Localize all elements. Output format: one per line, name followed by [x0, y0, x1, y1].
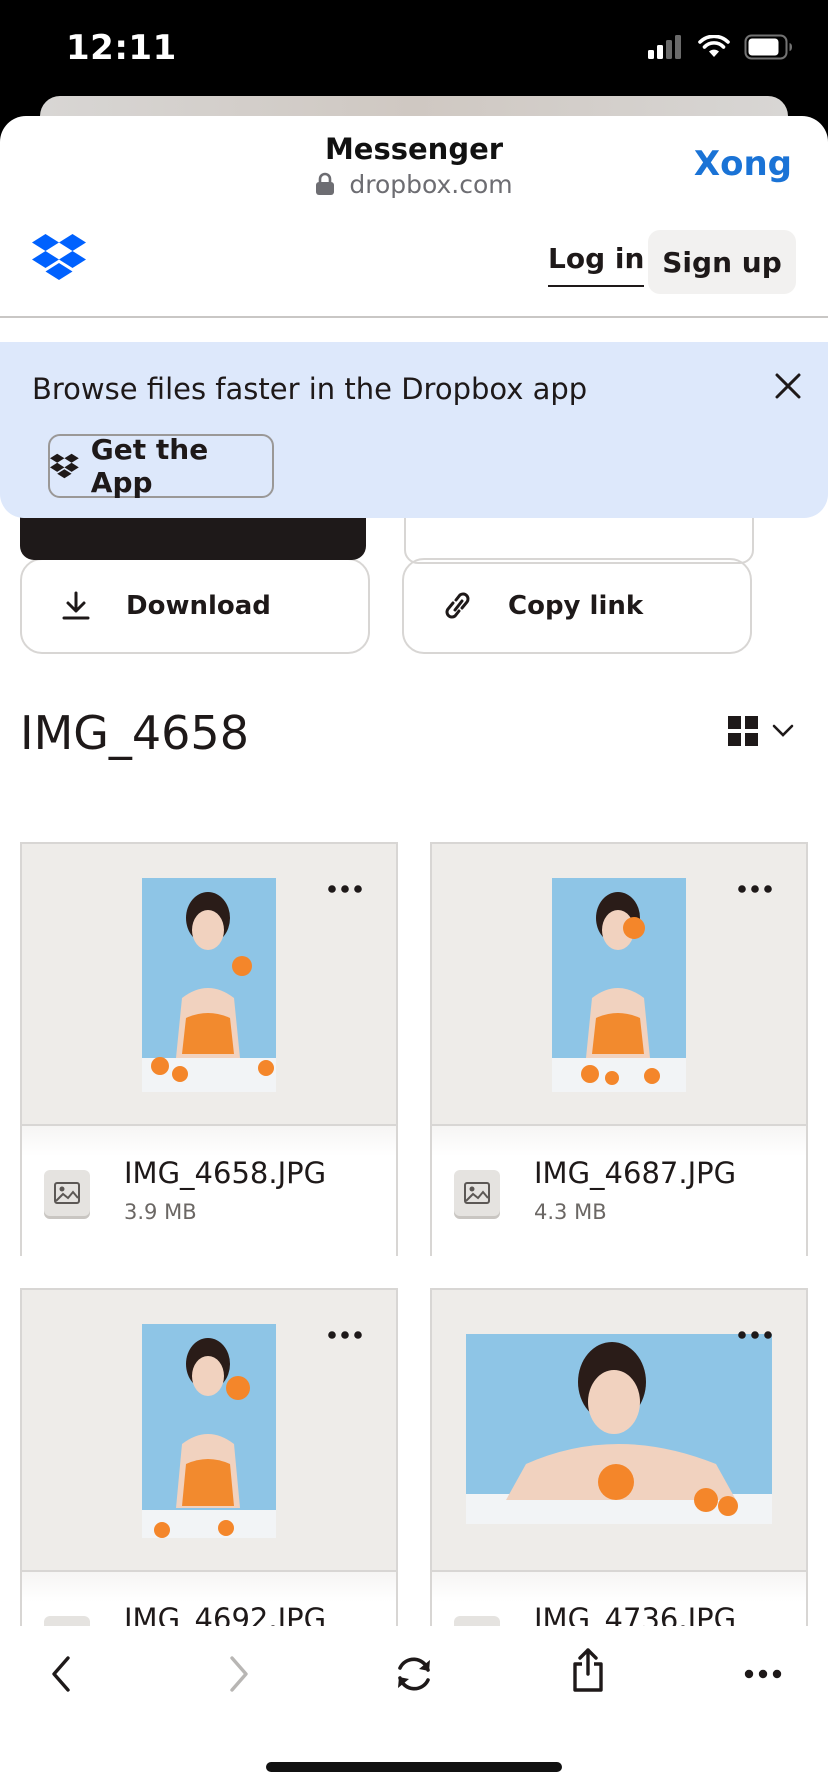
photo-thumbnail	[142, 878, 276, 1092]
more-icon[interactable]	[738, 1326, 772, 1344]
file-thumbnail[interactable]	[432, 844, 806, 1124]
file-card[interactable]: IMG_4658.JPG 3.9 MB	[20, 842, 398, 1256]
more-icon[interactable]	[328, 880, 362, 898]
wifi-icon	[698, 35, 730, 57]
done-button[interactable]: Xong	[694, 144, 792, 184]
in-app-browser-sheet: Messenger dropbox.com Xong Log in Sign u…	[0, 116, 828, 1792]
dropbox-logo-icon[interactable]	[32, 234, 86, 285]
photo-thumbnail	[466, 1334, 772, 1524]
file-info: IMG_4658.JPG 3.9 MB	[22, 1124, 396, 1256]
photo-thumbnail	[142, 1324, 276, 1538]
get-app-label: Get the App	[90, 433, 209, 499]
site-navbar: Log in Sign up	[0, 212, 828, 318]
dropbox-logo-icon	[50, 453, 79, 479]
more-icon[interactable]	[738, 880, 772, 898]
reload-icon[interactable]	[392, 1654, 436, 1699]
file-name[interactable]: IMG_4658.JPG	[124, 1156, 326, 1190]
battery-icon	[744, 34, 792, 60]
more-icon[interactable]	[328, 1326, 362, 1344]
url-text: dropbox.com	[349, 170, 513, 199]
download-label: Download	[126, 591, 271, 621]
download-button[interactable]: Download	[20, 558, 370, 654]
file-name[interactable]: IMG_4687.JPG	[534, 1156, 736, 1190]
get-app-button[interactable]: Get the App	[48, 433, 274, 499]
status-bar: 12:11	[0, 0, 828, 110]
photo-thumbnail	[552, 878, 686, 1092]
app-promo-banner: Browse files faster in the Dropbox app G…	[0, 342, 828, 518]
file-card[interactable]: IMG_4687.JPG 4.3 MB	[430, 842, 808, 1256]
lock-icon	[315, 172, 335, 202]
banner-text: Browse files faster in the Dropbox app	[32, 372, 588, 406]
more-icon[interactable]	[744, 1666, 782, 1684]
status-icons	[648, 34, 794, 60]
home-indicator[interactable]	[266, 1762, 562, 1772]
status-time: 12:11	[66, 28, 177, 68]
folder-title: IMG_4658	[20, 706, 249, 760]
signup-button[interactable]: Sign up	[648, 230, 796, 294]
copy-link-button[interactable]: Copy link	[402, 558, 752, 654]
close-icon[interactable]	[774, 372, 802, 405]
download-icon	[52, 590, 100, 622]
share-icon[interactable]	[570, 1646, 606, 1699]
view-toggle[interactable]	[728, 716, 794, 746]
file-size: 3.9 MB	[124, 1200, 197, 1224]
image-file-icon	[44, 1170, 90, 1216]
back-icon[interactable]	[48, 1654, 74, 1699]
grid-view-icon	[728, 716, 758, 746]
link-icon	[434, 588, 482, 624]
file-thumbnail[interactable]	[22, 1290, 396, 1570]
image-file-icon	[454, 1170, 500, 1216]
file-size: 4.3 MB	[534, 1200, 607, 1224]
file-thumbnail[interactable]	[432, 1290, 806, 1570]
forward-icon[interactable]	[226, 1654, 252, 1699]
file-info: IMG_4687.JPG 4.3 MB	[432, 1124, 806, 1256]
file-thumbnail[interactable]	[22, 844, 396, 1124]
login-link[interactable]: Log in	[548, 242, 645, 287]
chevron-down-icon	[772, 724, 794, 737]
copy-link-label: Copy link	[508, 591, 644, 621]
signal-icon	[648, 35, 681, 59]
